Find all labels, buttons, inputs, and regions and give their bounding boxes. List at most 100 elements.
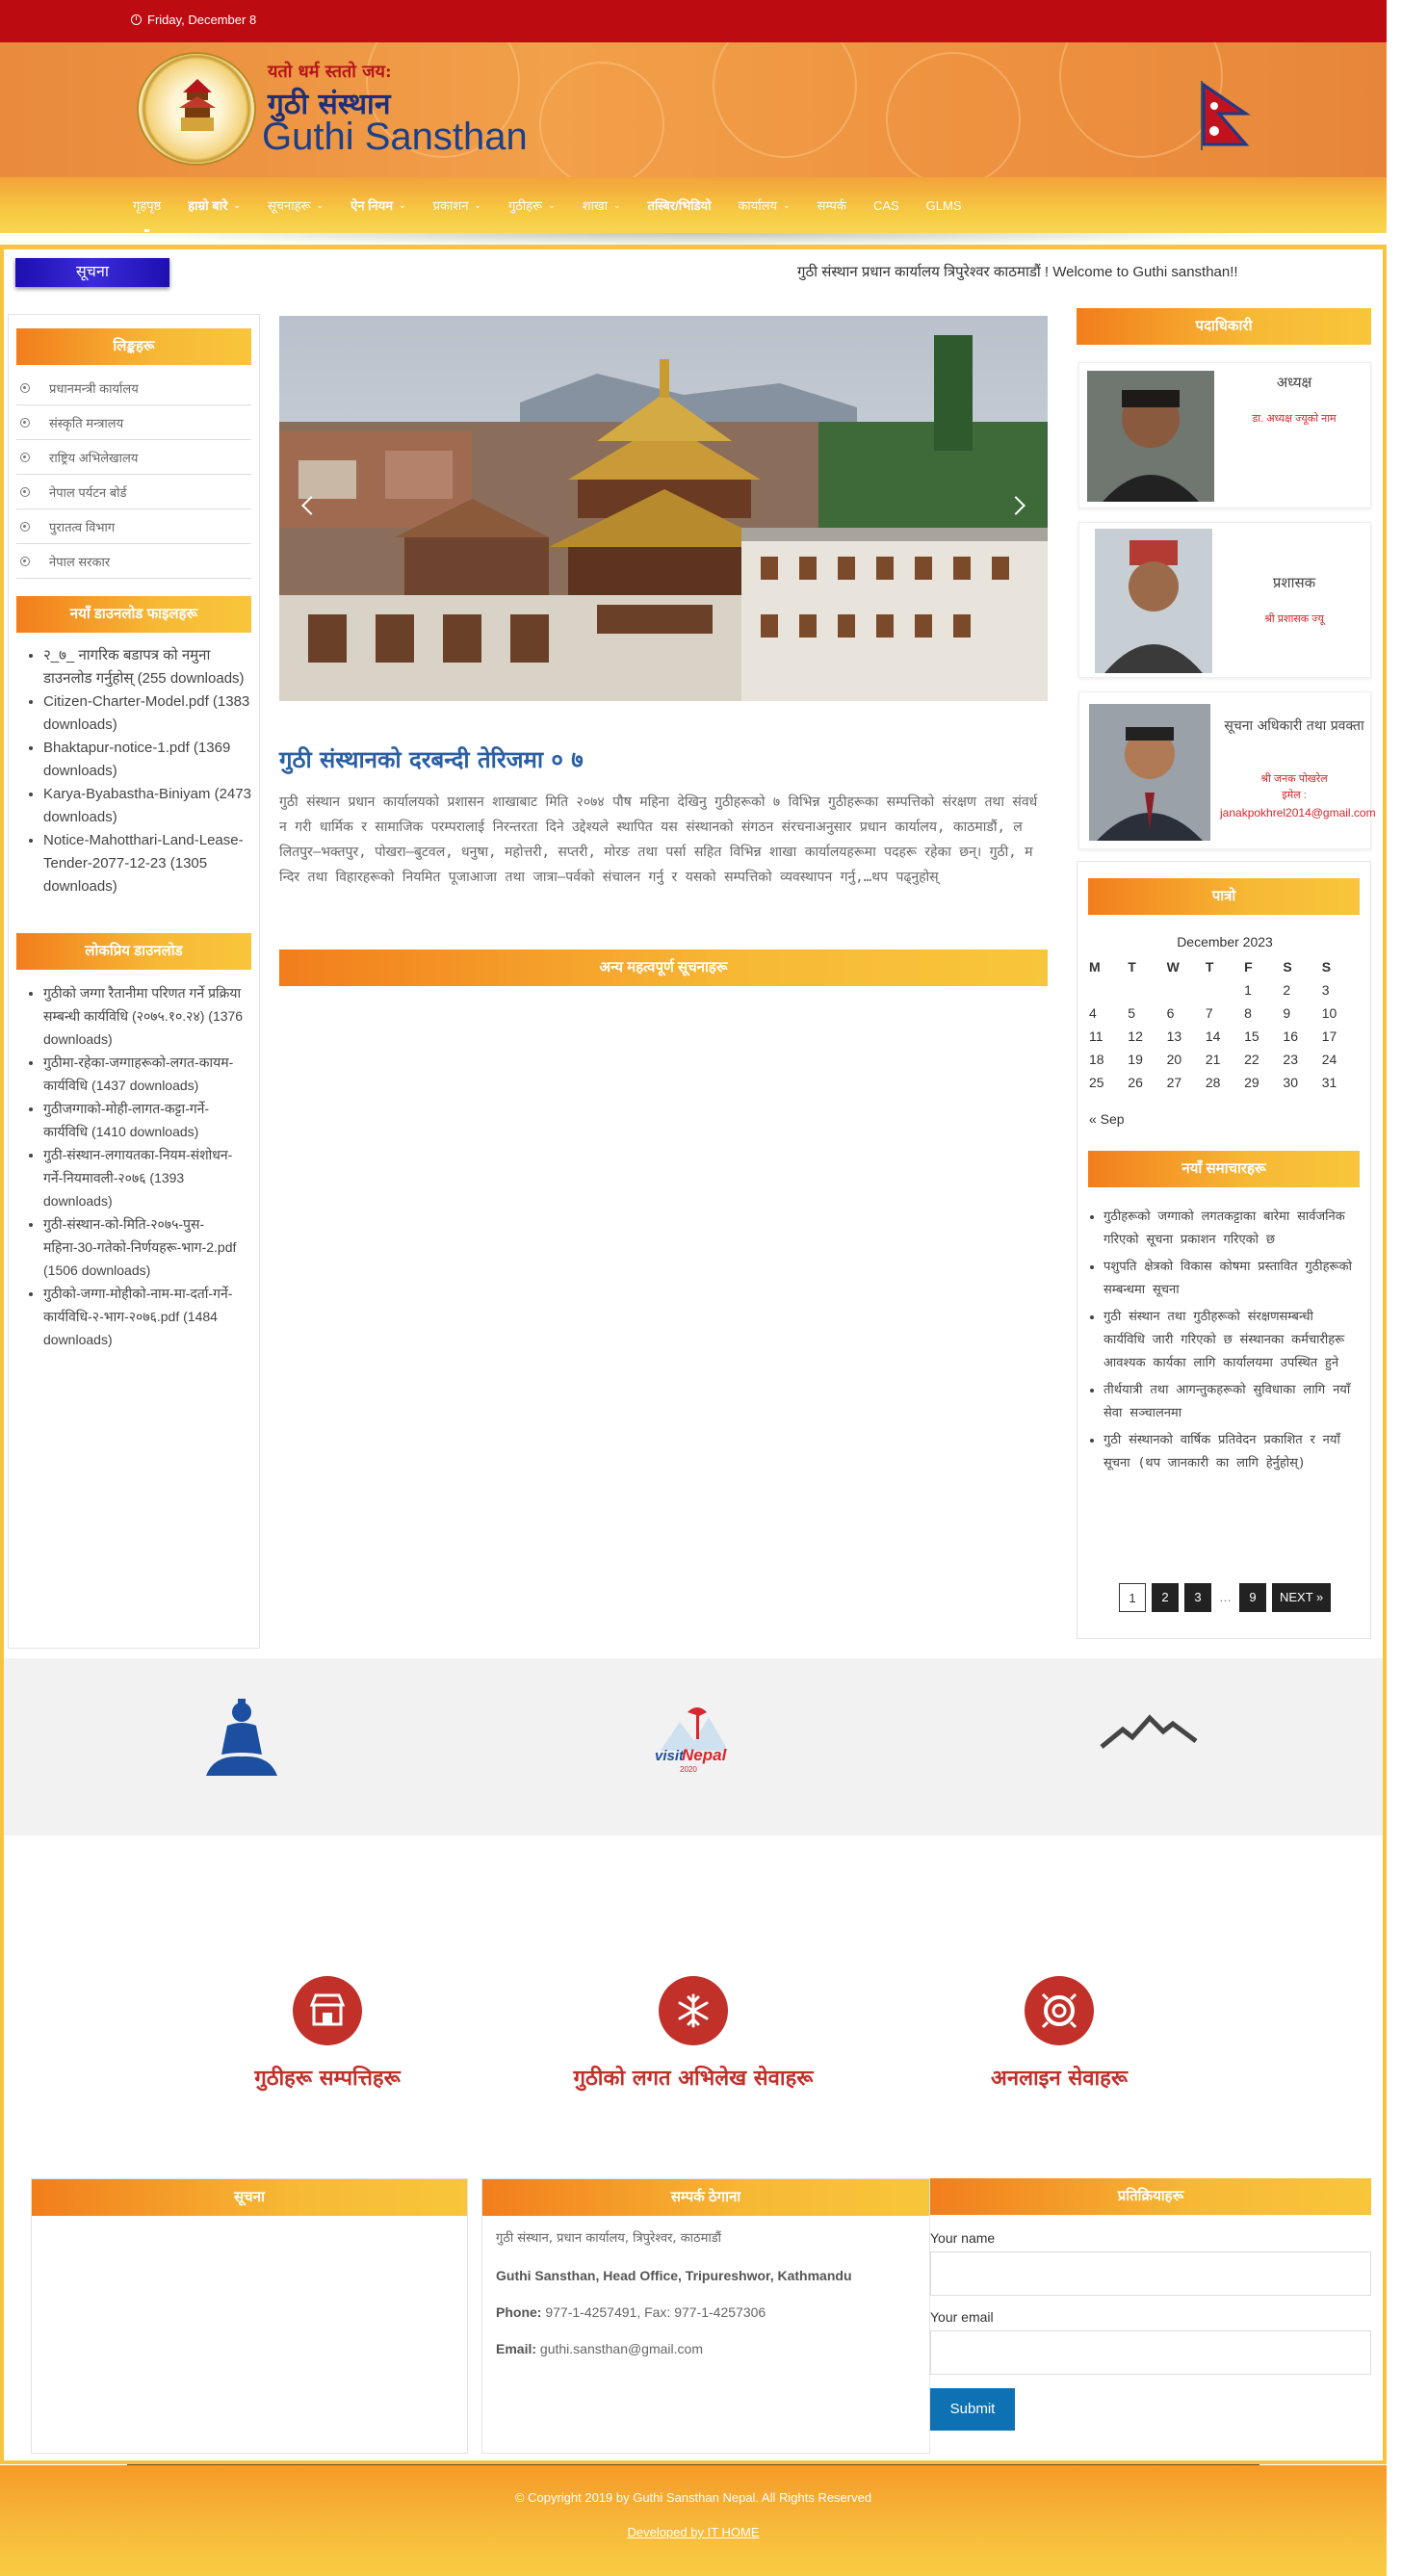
links-list: प्रधानमन्त्री कार्यालय संस्कृति मन्त्रालय… [16,371,251,579]
calendar-day: 21 [1205,1052,1221,1067]
post-title[interactable]: गुठी संस्थानको दरबन्दी तेरिजमा ० ७ [279,743,584,775]
nav-item[interactable]: हाम्रो बारे ⌄ [188,196,241,214]
nav-item[interactable]: प्रकाशन ⌄ [433,196,481,214]
nav-item-label: सूचनाहरू [267,198,311,213]
email-input[interactable] [930,2330,1371,2375]
nav-item[interactable]: कार्यालय ⌄ [738,196,790,214]
pagination: 1 2 3 … 9 NEXT » [1119,1583,1332,1612]
date-display: Friday, December 8 [131,13,256,27]
download-item[interactable]: Citizen-Charter-Model.pdf (1383 download… [43,690,251,737]
official-email[interactable]: janakpokhrel2014@gmail.com [1220,806,1376,820]
footer-contact-box: सम्पर्क ठेगाना गुठी संस्थान, प्रधान कार्… [481,2178,930,2454]
image-slider[interactable] [279,316,1048,701]
download-item[interactable]: Bhaktapur-notice-1.pdf (1369 downloads) [43,737,251,783]
official-title-text: श्री जनक पोखरेल [1260,773,1328,785]
download-item[interactable]: गुठी-संस्थान-को-मिति-२०७५-पुस-महिना-30-ग… [43,1212,251,1282]
service-item[interactable]: गुठीको लगत अभिलेख सेवाहरू [520,1976,867,2092]
feedback-heading: प्रतिक्रियाहरू [930,2178,1371,2215]
brand-name-english: Guthi Sansthan [262,116,528,158]
nav-item[interactable]: सूचनाहरू ⌄ [268,196,324,214]
calendar-weekday: F [1244,959,1253,975]
service-label: गुठीको लगत अभिलेख सेवाहरू [573,2066,814,2091]
news-item[interactable]: गुठीहरूको जग्गाको लगतकट्टाका बारेमा सार्… [1103,1206,1362,1252]
service-item[interactable]: गुठीहरू सम्पत्तिहरू [154,1976,501,2092]
calendar-day: 6 [1166,1005,1175,1021]
guthi-logo[interactable] [137,52,256,166]
notice-ticker[interactable]: गुठी संस्थान प्रधान कार्यालय त्रिपुरेश्व… [797,262,1238,281]
download-item[interactable]: गुठीको जग्गा रैतानीमा परिणत गर्ने प्रक्र… [43,981,251,1051]
calendar-day [1128,978,1166,1002]
official-name: अध्यक्ष [1276,374,1312,391]
new-downloads-list: २_७_ नागरिक बडापत्र को नमुना डाउनलोड गर्… [16,644,251,898]
download-item[interactable]: गुठीमा-रहेका-जग्गाहरूको-लगत-कायम-कार्यवि… [43,1051,251,1097]
developer-link[interactable]: Developed by IT HOME [0,2525,1387,2539]
calendar-day: 30 [1283,1075,1298,1090]
nav-item[interactable]: गुठीहरू ⌄ [508,196,556,214]
pagination-button[interactable]: 3 [1184,1583,1211,1612]
download-item[interactable]: २_७_ नागरिक बडापत्र को नमुना डाउनलोड गर्… [43,644,251,690]
chevron-down-icon: ⌄ [548,199,556,210]
nav-item[interactable]: सम्पर्क [818,196,846,214]
download-item[interactable]: गुठीको-जग्गा-मोहीको-नाम-मा-दर्ता-गर्ने-क… [43,1282,251,1351]
mountain-icon[interactable] [1100,1712,1198,1751]
calendar-day: 8 [1244,1005,1252,1021]
lifebuoy-icon [1025,1976,1094,2045]
calendar-weekday: T [1205,959,1214,975]
calendar-weekday: T [1128,959,1136,975]
calendar-day: 16 [1283,1028,1298,1044]
new-downloads-heading: नयाँ डाउनलोड फाइलहरू [16,596,251,633]
nav-item[interactable]: ऐन नियम ⌄ [350,196,405,214]
download-item[interactable]: Notice-Mahotthari-Land-Lease-Tender-2077… [43,829,251,898]
news-item[interactable]: पशुपति क्षेत्रको विकास कोषमा प्रस्तावित … [1103,1256,1362,1302]
calendar-day [1206,978,1244,1002]
nav-item-label: तस्बिर/भिडियो [647,198,712,213]
submit-button[interactable]: Submit [930,2388,1015,2431]
calendar-prev-link[interactable]: « Sep [1089,1111,1361,1127]
nav-item[interactable]: CAS [873,196,899,214]
sidebar-link[interactable]: नेपाल पर्यटन बोर्ड [16,475,251,509]
email-field-label: Your email [930,2309,994,2325]
name-input[interactable] [930,2251,1371,2296]
sidebar-link[interactable]: प्रधानमन्त्री कार्यालय [16,371,251,405]
footer-contact-heading: सम्पर्क ठेगाना [482,2179,929,2216]
left-sidebar: लिङ्कहरू प्रधानमन्त्री कार्यालय संस्कृति … [8,314,260,1649]
store-icon [293,1976,362,2045]
pagination-button[interactable]: NEXT » [1272,1583,1332,1612]
calendar-days: 1 2 3 4 5 6 7 8 9 10 11 12 13 14 15 16 17 18 19 20 21 22 23 24 2… [1089,978,1361,1094]
calendar-weekday: W [1166,959,1180,975]
calendar-weekday: S [1321,959,1332,975]
read-more-link[interactable]: थप पढ्नुहोस् [871,870,938,885]
sidebar-link[interactable]: संस्कृति मन्त्रालय [16,405,251,440]
download-item[interactable]: गुठी-संस्थान-लगायतका-नियम-संशोधन-गर्ने-न… [43,1143,251,1212]
pagination-button[interactable]: 9 [1239,1583,1266,1612]
sidebar-link[interactable]: नेपाल सरकार [16,544,251,579]
calendar-week: 25 26 27 28 29 30 31 [1089,1071,1361,1094]
nav-item-label: ऐन नियम [350,198,394,213]
buddha-icon[interactable] [204,1699,279,1780]
visit-nepal-2020-logo[interactable]: visit Nepal 2020 [651,1703,738,1780]
nav-item[interactable]: GLMS [926,196,962,214]
news-item[interactable]: गुठी संस्थान तथा गुठीहरूको संरक्षणसम्बन्… [1103,1306,1362,1375]
news-item[interactable]: तीर्थयात्री तथा आगन्तुकहरूको सुविधाका ला… [1103,1379,1362,1425]
calendar-heading: पात्रो [1088,878,1360,915]
calendar-day: 10 [1321,1005,1337,1021]
download-item[interactable]: Karya-Byabastha-Biniyam (2473 downloads) [43,783,251,829]
news-item[interactable]: गुठी संस्थानको वार्षिक प्रतिवेदन प्रकाशि… [1103,1429,1362,1475]
nav-item[interactable]: शाखा ⌄ [583,196,621,214]
latest-news-heading: नयाँ समाचारहरू [1088,1151,1360,1187]
sidebar-link[interactable]: राष्ट्रिय अभिलेखालय [16,440,251,475]
service-item[interactable]: अनलाइन सेवाहरू [886,1976,1233,2092]
calendar-day: 24 [1321,1052,1337,1067]
sidebar-link[interactable]: पुरातत्व विभाग [16,509,251,544]
nav-item[interactable]: गृहपृष्ठ [133,196,161,232]
nav-item[interactable]: तस्बिर/भिडियो [648,196,712,214]
service-label: अनलाइन सेवाहरू [991,2066,1128,2091]
calendar-day: 11 [1089,1028,1103,1044]
calendar-month: December 2023 [1177,934,1273,950]
footer-notice-box: सूचना [31,2178,468,2454]
pagination-button[interactable]: 2 [1152,1583,1179,1612]
banner-decoration [886,52,1021,177]
download-item[interactable]: गुठीजग्गाको-मोही-लागत-कट्टा-गर्ने-कार्यव… [43,1097,251,1143]
email-value[interactable]: guthi.sansthan@gmail.com [540,2341,703,2356]
svg-text:2020: 2020 [680,1765,697,1774]
